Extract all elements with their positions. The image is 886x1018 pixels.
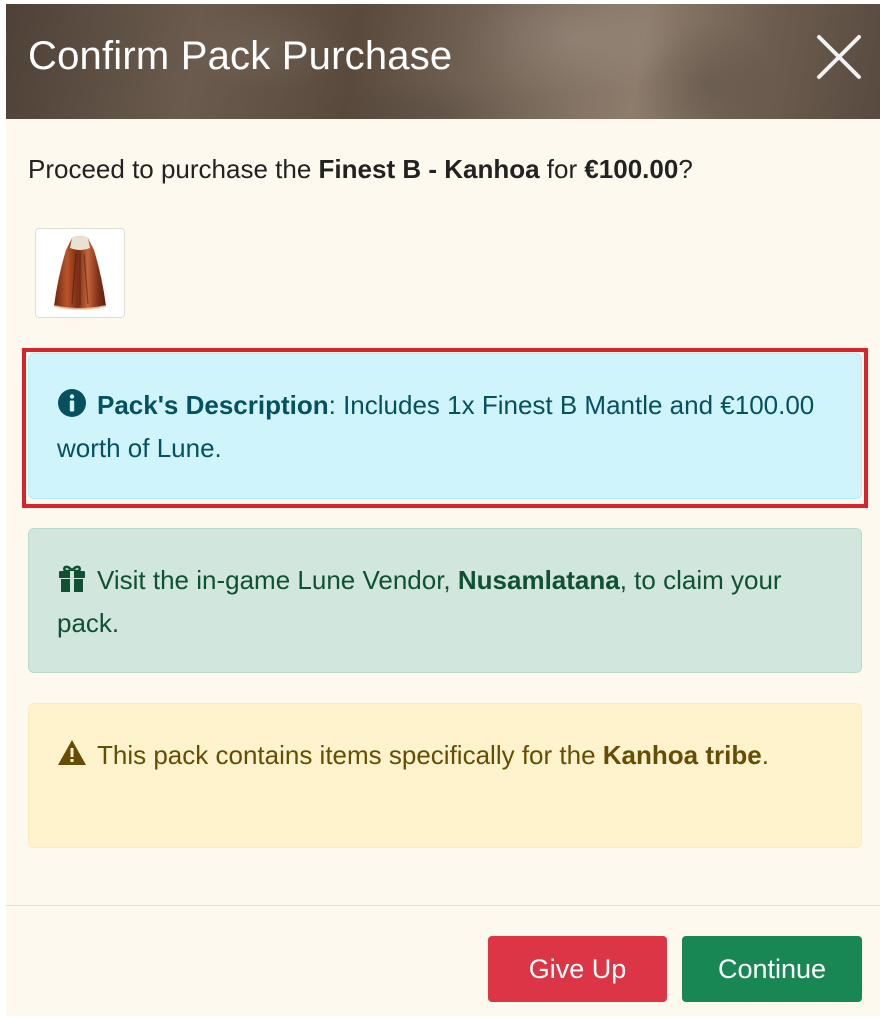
modal-title: Confirm Pack Purchase	[28, 34, 453, 78]
warning-prefix: This pack contains items specifically fo…	[97, 740, 603, 770]
tribe-warning-alert: This pack contains items specifically fo…	[28, 703, 862, 848]
pack-description-alert: Pack's Description: Includes 1x Finest B…	[28, 353, 862, 499]
close-icon	[817, 35, 861, 79]
prompt-suffix: ?	[678, 154, 693, 184]
continue-button[interactable]: Continue	[682, 936, 862, 1002]
warning-suffix: .	[761, 740, 769, 770]
footer-divider	[6, 905, 880, 906]
pack-name: Finest B - Kanhoa	[318, 154, 540, 184]
claim-prefix: Visit the in-game Lune Vendor,	[97, 565, 458, 595]
warning-triangle-icon	[58, 740, 86, 765]
pack-price: €100.00	[584, 154, 679, 184]
purchase-prompt: Proceed to purchase the Finest B - Kanho…	[28, 154, 693, 185]
modal-header: Confirm Pack Purchase	[6, 4, 880, 119]
confirm-purchase-modal: Confirm Pack Purchase Proceed to purchas…	[6, 4, 880, 1016]
close-button[interactable]	[814, 32, 864, 82]
prompt-middle: for	[539, 154, 585, 184]
info-circle-icon	[58, 389, 86, 417]
description-label: Pack's Description	[97, 390, 329, 420]
pack-thumbnail[interactable]	[35, 228, 125, 318]
mantle-item-icon	[53, 236, 107, 310]
tribe-name: Kanhoa tribe	[602, 740, 762, 770]
prompt-prefix: Proceed to purchase the	[28, 154, 319, 184]
give-up-button[interactable]: Give Up	[488, 936, 667, 1002]
gift-icon	[59, 565, 85, 592]
vendor-name: Nusamlatana	[457, 565, 620, 595]
claim-instructions-alert: Visit the in-game Lune Vendor, Nusamlata…	[28, 528, 862, 673]
